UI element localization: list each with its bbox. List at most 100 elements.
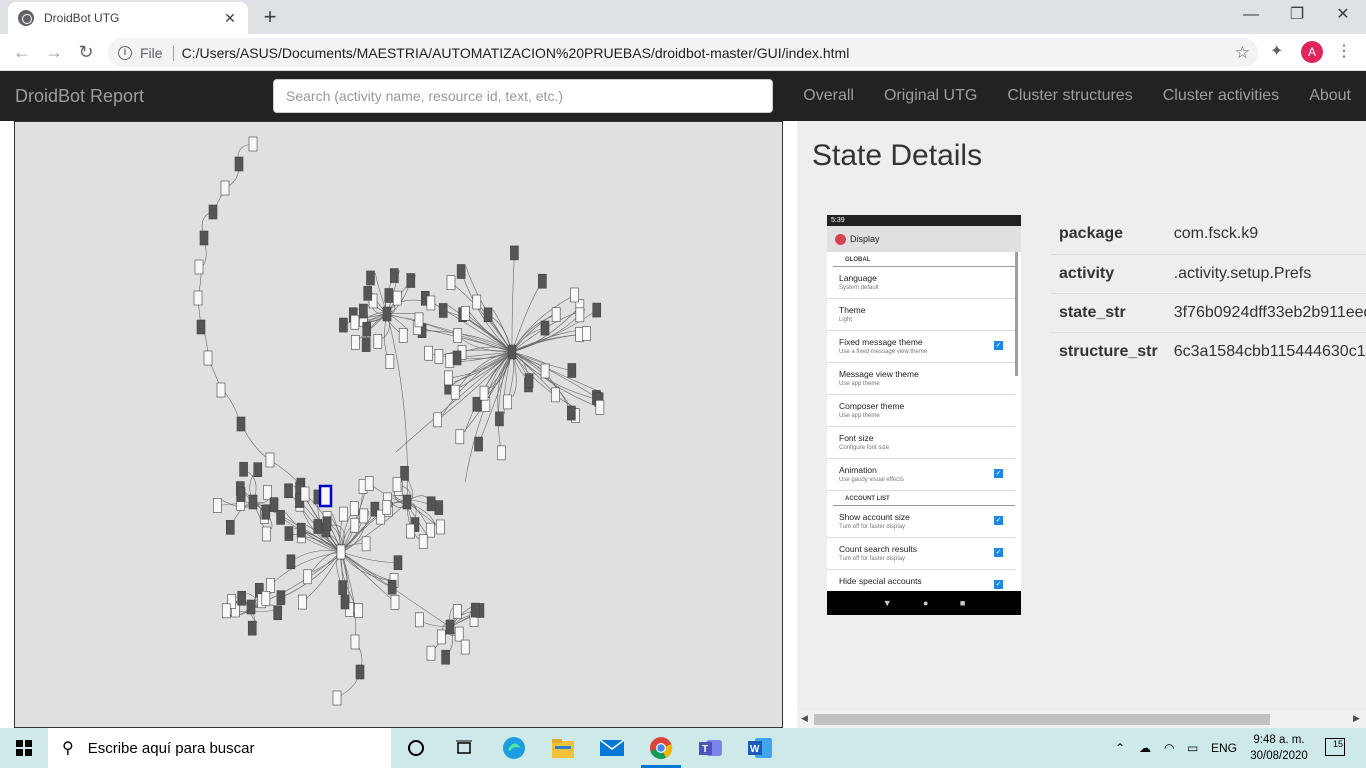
graph-node[interactable] (453, 328, 462, 343)
graph-node[interactable] (455, 429, 465, 445)
graph-node[interactable] (470, 602, 480, 618)
graph-node[interactable] (349, 501, 359, 516)
graph-node[interactable] (456, 264, 466, 279)
forward-icon[interactable]: → (42, 40, 66, 64)
graph-node[interactable] (434, 500, 444, 515)
graph-node[interactable] (199, 230, 209, 246)
graph-node[interactable] (495, 411, 504, 427)
graph-node[interactable] (398, 328, 408, 343)
taskbar-clock[interactable]: 9:48 a. m. 30/08/2020 (1244, 732, 1314, 764)
graph-node[interactable] (194, 259, 204, 275)
graph-node[interactable] (402, 494, 412, 510)
graph-node[interactable] (359, 508, 369, 524)
nav-original-utg[interactable]: Original UTG (869, 71, 992, 121)
graph-node[interactable] (322, 516, 332, 531)
teams-icon[interactable]: T (697, 734, 725, 762)
selected-graph-node[interactable] (318, 484, 333, 508)
graph-node[interactable] (237, 590, 246, 606)
state-screenshot[interactable]: 5:39 Display GLOBAL Language System defaul… (827, 215, 1021, 615)
graph-node[interactable] (472, 294, 482, 310)
graph-node[interactable] (592, 302, 602, 318)
graph-node[interactable] (387, 579, 397, 595)
graph-node[interactable] (239, 462, 248, 477)
graph-node[interactable] (216, 382, 226, 398)
graph-node[interactable] (436, 629, 446, 645)
graph-node[interactable] (483, 307, 493, 323)
graph-node[interactable] (303, 569, 313, 585)
graph-node[interactable] (426, 295, 436, 311)
graph-node[interactable] (296, 522, 306, 538)
graph-node[interactable] (269, 497, 279, 512)
graph-node[interactable] (390, 268, 399, 283)
graph-node[interactable] (338, 580, 347, 595)
graph-node[interactable] (253, 462, 263, 477)
graph-node[interactable] (355, 664, 365, 680)
graph-node[interactable] (286, 554, 296, 570)
graph-node[interactable] (339, 317, 348, 333)
nav-overall[interactable]: Overall (788, 71, 869, 121)
graph-node[interactable] (479, 385, 489, 401)
graph-node[interactable] (414, 312, 424, 328)
graph-node[interactable] (265, 452, 275, 468)
graph-node[interactable] (438, 303, 448, 318)
graph-node[interactable] (570, 287, 579, 303)
graph-node[interactable] (382, 306, 392, 322)
graph-node[interactable] (497, 445, 506, 461)
graph-node[interactable] (393, 555, 403, 570)
graph-node[interactable] (359, 303, 368, 319)
graph-node[interactable] (351, 335, 360, 350)
cortana-icon[interactable] (402, 734, 430, 762)
kebab-menu-icon[interactable]: ⋮ (1336, 41, 1352, 61)
graph-node[interactable] (454, 626, 464, 642)
graph-node[interactable] (298, 594, 307, 610)
graph-node[interactable] (426, 645, 436, 661)
graph-node[interactable] (248, 494, 258, 510)
graph-node[interactable] (390, 595, 400, 610)
graph-node[interactable] (538, 273, 547, 289)
graph-node[interactable] (406, 273, 416, 288)
graph-node[interactable] (384, 288, 394, 303)
graph-node[interactable] (415, 612, 424, 628)
graph-node[interactable] (276, 590, 286, 605)
graph-node[interactable] (193, 290, 203, 306)
extensions-icon[interactable]: ✦ (1270, 41, 1283, 61)
reload-icon[interactable]: ↻ (74, 40, 98, 64)
graph-node[interactable] (273, 605, 282, 621)
close-window-button[interactable]: ✕ (1320, 4, 1366, 26)
utg-graph-canvas[interactable] (14, 121, 783, 728)
graph-node[interactable] (366, 270, 375, 286)
url-text[interactable]: C:/Users/ASUS/Documents/MAESTRIA/AUTOMAT… (182, 45, 850, 61)
mail-icon[interactable] (598, 734, 626, 762)
graph-node[interactable] (406, 523, 415, 539)
graph-node[interactable] (441, 649, 450, 665)
graph-node[interactable] (332, 690, 342, 706)
graph-node[interactable] (446, 275, 456, 290)
close-tab-icon[interactable]: ✕ (222, 10, 238, 27)
taskbar-search[interactable]: ⚲ Escribe aquí para buscar (48, 728, 391, 768)
graph-node[interactable] (540, 363, 550, 379)
scroll-left-icon[interactable]: ◀ (801, 713, 808, 724)
utg-graph[interactable] (15, 122, 783, 728)
graph-node[interactable] (460, 639, 470, 655)
graph-node[interactable] (203, 350, 213, 366)
nav-cluster-activities[interactable]: Cluster activities (1148, 71, 1294, 121)
language-indicator[interactable]: ENG (1211, 728, 1237, 768)
graph-node[interactable] (382, 500, 392, 515)
graph-node[interactable] (445, 353, 455, 368)
graph-node[interactable] (524, 373, 534, 388)
browser-tab[interactable]: DroidBot UTG ✕ (8, 2, 248, 34)
graph-node[interactable] (220, 180, 230, 196)
brand-title[interactable]: DroidBot Report (15, 86, 144, 107)
graph-node[interactable] (392, 290, 402, 306)
graph-node[interactable] (472, 396, 482, 412)
notifications-icon[interactable]: 15 (1325, 738, 1345, 756)
new-tab-button[interactable]: + (258, 5, 282, 29)
graph-node[interactable] (434, 349, 444, 364)
graph-node[interactable] (452, 604, 462, 619)
horizontal-scrollbar[interactable]: ◀ ▶ (797, 711, 1366, 728)
graph-node[interactable] (361, 536, 371, 552)
graph-node[interactable] (284, 483, 293, 499)
graph-node[interactable] (276, 510, 285, 525)
graph-node[interactable] (246, 599, 256, 615)
graph-node[interactable] (424, 345, 433, 361)
